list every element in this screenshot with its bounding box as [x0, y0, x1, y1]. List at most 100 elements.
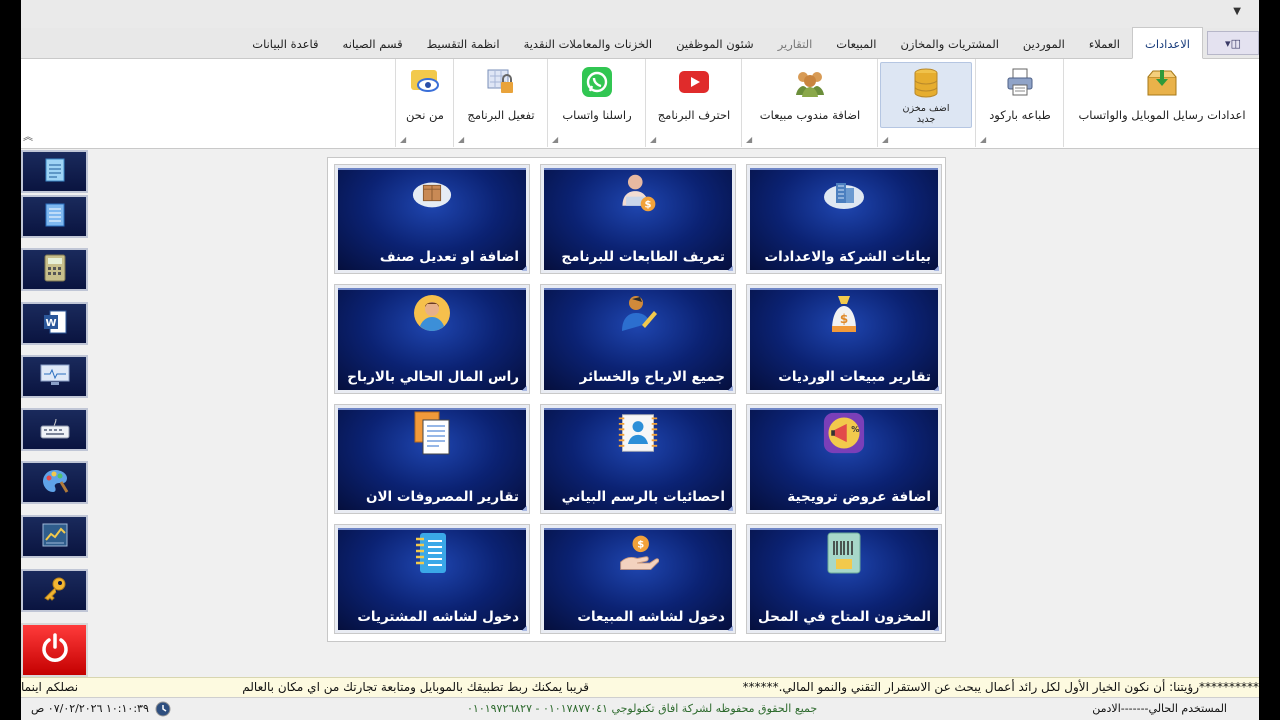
- tab-installments[interactable]: انظمة التقسيط: [415, 28, 512, 58]
- tile-expenses-reports[interactable]: تقارير المصروفات الان ◢: [334, 404, 530, 514]
- tab-database[interactable]: قاعدة البيانات: [240, 28, 330, 58]
- side-palette-button[interactable]: [21, 461, 88, 504]
- whatsapp-icon: [581, 66, 613, 98]
- group-launcher-icon[interactable]: ◢: [458, 135, 464, 144]
- tile-current-capital[interactable]: راس المال الحالي بالارباح ◢: [334, 284, 530, 394]
- tile-label: بيانات الشركة والاعدادات: [764, 249, 931, 265]
- tab-maintenance[interactable]: قسم الصيانه: [331, 28, 415, 58]
- tab-purchases-stores[interactable]: المشتريات والمخازن: [888, 28, 1010, 58]
- svg-text:%: %: [851, 424, 859, 434]
- tab-employees[interactable]: شئون الموظفين: [664, 28, 766, 58]
- copyright-text: جميع الحقوق محفوظه لشركة افاق تكنولوجي ٠…: [467, 702, 818, 715]
- tab-sales[interactable]: المبيعات: [824, 28, 888, 58]
- side-power-button[interactable]: [21, 623, 88, 677]
- tile-label: تقارير المصروفات الان: [365, 489, 519, 505]
- side-notepad-button[interactable]: [21, 150, 88, 193]
- tile-label: راس المال الحالي بالارباح: [347, 369, 519, 385]
- id-card-icon: [617, 413, 659, 453]
- company-building-icon: [823, 173, 865, 213]
- tile-promo-offers[interactable]: % اضافة عروض ترويجية ◢: [746, 404, 942, 514]
- documents-icon: [411, 411, 453, 455]
- app-window: ▼ ◫▾ الاعدادات العملاء الموردين المشتريا…: [21, 0, 1259, 720]
- money-bag-icon: $: [823, 293, 865, 333]
- side-notes-button[interactable]: [21, 195, 88, 238]
- user-writing-icon: [617, 293, 659, 333]
- tab-settings[interactable]: الاعدادات: [1132, 27, 1203, 59]
- tile-printers-setup[interactable]: $ تعريف الطابعات للبرنامج ◢: [540, 164, 736, 274]
- group-launcher-icon[interactable]: ◢: [980, 135, 986, 144]
- collapse-ribbon-icon[interactable]: ︽: [23, 128, 33, 143]
- title-strip: ▼: [21, 0, 1259, 28]
- tile-label: تقارير مبيعات الورديات: [778, 369, 931, 385]
- add-sales-rep-label: اضافة مندوب مبيعات: [759, 108, 861, 122]
- tile-label: جميع الارباح والخسائر: [579, 369, 725, 385]
- tile-add-edit-item[interactable]: اضافة او تعديل صنف ◢: [334, 164, 530, 274]
- quick-access-toolbar[interactable]: ◫▾: [1207, 31, 1259, 55]
- tile-chart-statistics[interactable]: احصائيات بالرسم البياني ◢: [540, 404, 736, 514]
- side-calculator-button[interactable]: [21, 248, 88, 291]
- tile-available-stock[interactable]: المخزون المتاح في المحل ◢: [746, 524, 942, 634]
- ribbon-group-barcode: طباعه باركود ◢: [975, 59, 1063, 147]
- side-key-button[interactable]: [21, 569, 88, 612]
- side-word-button[interactable]: W: [21, 302, 88, 345]
- group-launcher-icon[interactable]: ◢: [882, 135, 888, 144]
- tile-sales-screen[interactable]: $ دخول لشاشه المبيعات ◢: [540, 524, 736, 634]
- notepad-icon: [411, 533, 453, 573]
- side-chart-button[interactable]: [21, 515, 88, 558]
- tile-company-settings[interactable]: بيانات الشركة والاعدادات ◢: [746, 164, 942, 274]
- tile-profits-losses[interactable]: جميع الارباح والخسائر ◢: [540, 284, 736, 394]
- side-keyboard-button[interactable]: [21, 408, 88, 451]
- about-us-label: من نحن: [406, 108, 444, 122]
- ribbon-group-activate: تفعيل البرنامج ◢: [453, 59, 547, 147]
- database-icon: [910, 67, 942, 99]
- group-launcher-icon[interactable]: ◢: [552, 135, 558, 144]
- group-launcher-icon[interactable]: ◢: [746, 135, 752, 144]
- tile-purchases-screen[interactable]: دخول لشاشه المشتريات ◢: [334, 524, 530, 634]
- datetime-text: ١٠:١٠:٣٩ ٠٧/٠٢/٢٠٢٦ ص: [31, 702, 149, 715]
- whatsapp-us-label: راسلنا واتساب: [562, 108, 632, 122]
- activate-program-button[interactable]: تفعيل البرنامج: [458, 62, 544, 128]
- ribbon-panel: ︽ من نحن ◢ تفعيل البرنامج ◢ راسلنا واتسا…: [21, 59, 1259, 149]
- ribbon-group-learn: احترف البرنامج ◢: [645, 59, 741, 147]
- add-sales-rep-button[interactable]: اضافة مندوب مبيعات: [748, 62, 872, 128]
- svg-text:W: W: [45, 318, 56, 329]
- barcode-card-icon: [823, 532, 865, 574]
- svg-text:$: $: [840, 312, 848, 326]
- notes-icon: [44, 202, 66, 232]
- ribbon-group-sales-rep: اضافة مندوب مبيعات ◢: [741, 59, 877, 147]
- tile-label: اضافة او تعديل صنف: [379, 249, 519, 265]
- hand-coin-icon: $: [617, 533, 659, 573]
- status-bar: المستخدم الحالي-------الادمن جميع الحقوق…: [21, 697, 1259, 720]
- learn-program-button[interactable]: احترف البرنامج: [650, 62, 738, 128]
- tab-customers[interactable]: العملاء: [1077, 28, 1132, 58]
- side-monitor-button[interactable]: [21, 355, 88, 398]
- keyboard-icon: [40, 417, 70, 443]
- quick-access-dropdown-icon[interactable]: ▼: [1233, 6, 1241, 17]
- ribbon-group-messages: اعدادات رسايل الموبايل والواتساب: [1063, 59, 1259, 147]
- mobile-whatsapp-settings-button[interactable]: اعدادات رسايل الموبايل والواتساب: [1068, 62, 1256, 128]
- ribbon-tabs: ◫▾ الاعدادات العملاء الموردين المشتريات …: [21, 27, 1259, 59]
- tile-label: اضافة عروض ترويجية: [787, 489, 931, 505]
- group-launcher-icon[interactable]: ◢: [400, 135, 406, 144]
- activate-program-label: تفعيل البرنامج: [467, 108, 535, 122]
- barcode-print-label: طباعه باركود: [989, 108, 1051, 122]
- inbox-download-icon: [1146, 66, 1178, 98]
- main-tiles-grid: بيانات الشركة والاعدادات ◢ $ تعريف الطاب…: [327, 157, 946, 642]
- group-launcher-icon[interactable]: ◢: [650, 135, 656, 144]
- tab-reports[interactable]: التقارير: [766, 28, 825, 58]
- add-store-button[interactable]: اضف مخزن جديد: [880, 62, 972, 128]
- side-toolbar: W: [21, 150, 89, 678]
- ribbon-group-store: اضف مخزن جديد ◢: [877, 59, 975, 147]
- about-us-button[interactable]: من نحن: [398, 62, 452, 128]
- whatsapp-us-button[interactable]: راسلنا واتساب: [554, 62, 640, 128]
- barcode-print-button[interactable]: طباعه باركود: [980, 62, 1060, 128]
- tab-suppliers[interactable]: الموردين: [1011, 28, 1077, 58]
- panel-icon: ◫▾: [1225, 36, 1241, 50]
- tile-label: تعريف الطابعات للبرنامج: [561, 249, 725, 265]
- learn-program-label: احترف البرنامج: [657, 108, 731, 122]
- tab-treasury[interactable]: الخزنات والمعاملات النقدية: [512, 28, 665, 58]
- monitor-icon: [40, 363, 70, 391]
- printer-icon: [1004, 66, 1036, 98]
- printer-user-icon: $: [617, 173, 659, 213]
- tile-shift-sales-reports[interactable]: $ تقارير مبيعات الورديات ◢: [746, 284, 942, 394]
